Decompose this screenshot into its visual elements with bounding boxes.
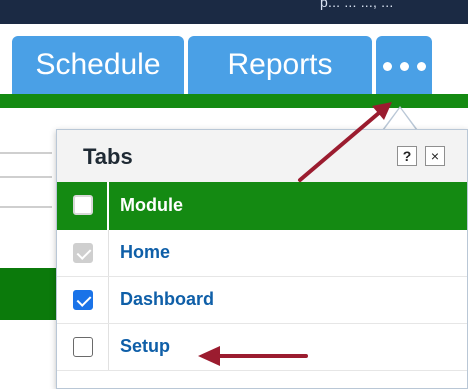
arrow-line [298,110,382,182]
arrow-annotation-icon [198,102,392,366]
arrow-head [198,346,220,366]
